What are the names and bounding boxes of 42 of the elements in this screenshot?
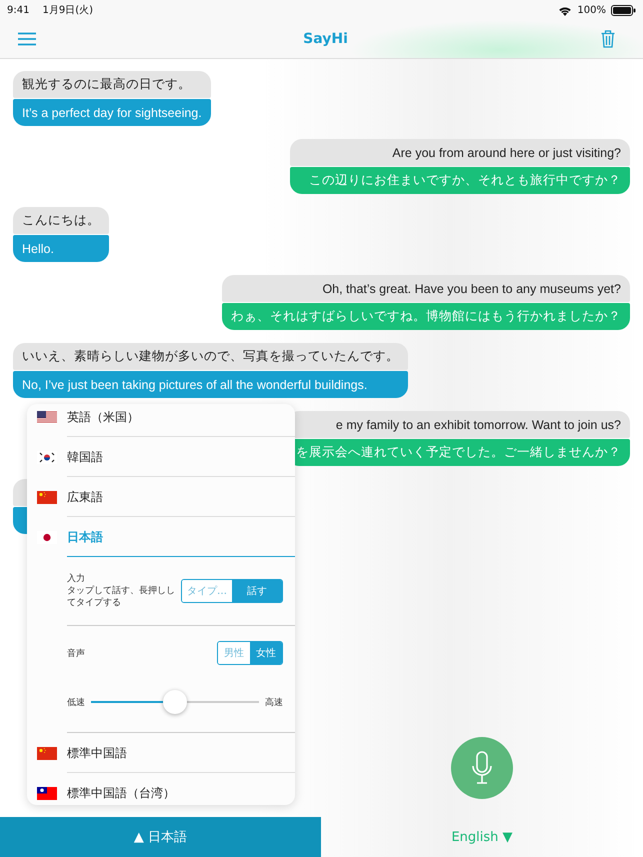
input-hint: タップして話す、長押ししてタイプする	[67, 585, 176, 609]
language-label: 広東語	[67, 488, 103, 506]
language-label: 韓国語	[67, 448, 103, 466]
target-language-button[interactable]: English ▼	[321, 817, 643, 857]
language-label: 英語（米国）	[67, 408, 139, 426]
flag-icon	[37, 450, 57, 464]
battery-icon	[611, 4, 636, 16]
source-language-button[interactable]: ▲ 日本語	[0, 817, 321, 857]
original-message: こんにちは。	[13, 207, 109, 234]
original-message: 観光するのに最高の日です。	[13, 71, 211, 98]
original-message: Are you from around here or just visiting?	[290, 139, 630, 166]
input-label: 入力	[67, 573, 86, 585]
slider-thumb[interactable]	[163, 690, 187, 714]
battery-percent: 100%	[577, 4, 606, 16]
app-title: SayHi	[303, 31, 348, 47]
language-label: 標準中国語（台湾）	[67, 784, 175, 802]
language-item[interactable]: 広東語	[27, 477, 295, 517]
language-label: 標準中国語	[67, 744, 127, 762]
voice-label: 音声	[67, 648, 85, 660]
translated-message: わぁ、それはすばらしいですね。博物館にはもう行かれましたか？	[222, 303, 630, 330]
translated-message: It’s a perfect day for sightseeing.	[13, 99, 211, 126]
language-item[interactable]: 標準中国語	[27, 733, 295, 773]
translated-message: No, I’ve just been taking pictures of all the wonderful buildings.	[13, 371, 408, 398]
voice-option[interactable]: 女性	[250, 642, 282, 664]
flag-icon	[37, 410, 57, 424]
translated-message: Hello.	[13, 235, 109, 262]
flag-icon	[37, 490, 57, 504]
language-item[interactable]: 日本語	[27, 517, 295, 557]
language-label: 日本語	[67, 528, 103, 546]
status-date: 1月9日(火)	[42, 4, 93, 17]
flag-icon	[37, 786, 57, 800]
status-time: 9:41	[7, 4, 30, 16]
microphone-icon	[471, 751, 493, 785]
original-message: いいえ、素晴らしい建物が多いので、写真を撮っていたんです。	[13, 343, 408, 370]
slow-label: 低速	[67, 696, 85, 708]
translated-message: この辺りにお住まいですか、それとも旅行中ですか？	[290, 167, 630, 194]
wifi-icon	[558, 4, 572, 16]
menu-icon[interactable]	[18, 32, 36, 46]
fast-label: 高速	[265, 696, 283, 708]
original-message: Oh, that’s great. Have you been to any museums yet?	[222, 275, 630, 302]
trash-icon[interactable]	[601, 30, 615, 48]
flag-icon	[37, 746, 57, 760]
